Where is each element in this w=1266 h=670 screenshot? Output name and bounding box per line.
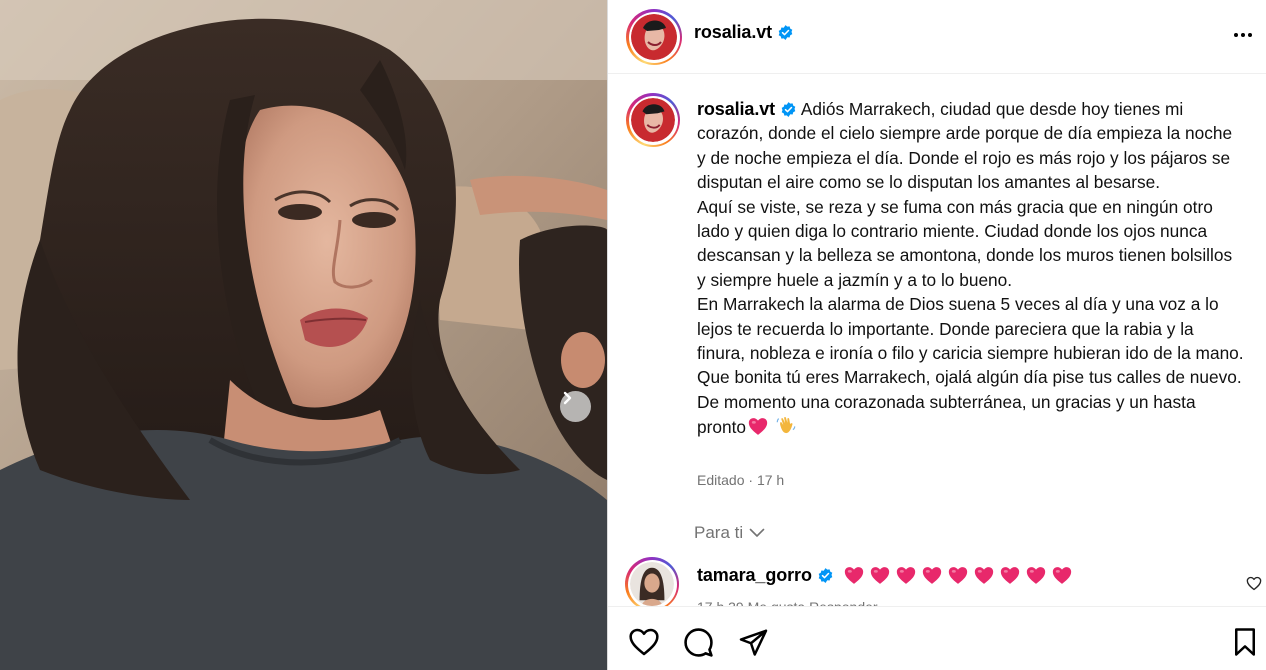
post-action-bar xyxy=(608,606,1266,670)
chevron-right-icon xyxy=(563,391,572,405)
comment-hearts xyxy=(844,566,1072,585)
post-image xyxy=(0,0,607,670)
caption-author-avatar[interactable] xyxy=(626,93,680,147)
save-button[interactable] xyxy=(1232,627,1258,662)
edited-label: Editado xyxy=(697,472,745,488)
comment-button[interactable] xyxy=(683,627,714,663)
caption-avatar-image xyxy=(631,98,675,142)
post-edited-meta: Editado · 17 h xyxy=(697,472,784,488)
caption-text: Adiós Marrakech, ciudad que desde hoy ti… xyxy=(697,99,1233,193)
author-avatar-image xyxy=(631,14,677,60)
commenter-avatar[interactable] xyxy=(625,557,679,611)
comment-icon xyxy=(684,628,713,657)
pink-heart-emoji-icon xyxy=(844,567,864,584)
heart-icon xyxy=(1246,576,1262,591)
caption-paragraph-3: En Marrakech la alarma de Dios suena 5 v… xyxy=(697,292,1245,439)
heart-icon xyxy=(629,628,659,656)
more-icon xyxy=(1234,33,1238,37)
share-icon xyxy=(739,629,768,656)
pink-heart-emoji-icon xyxy=(1026,567,1046,584)
comment: tamara_gorro xyxy=(697,565,1072,586)
pink-heart-emoji-icon xyxy=(748,418,768,436)
commenter-username[interactable]: tamara_gorro xyxy=(697,565,812,586)
bookmark-icon xyxy=(1235,628,1255,656)
for-you-label: Para ti xyxy=(694,523,744,542)
for-you-dropdown[interactable]: Para ti xyxy=(694,523,765,543)
pink-heart-emoji-icon xyxy=(896,567,916,584)
post-caption: rosalia.vt Adiós Marrakech, ciudad que d… xyxy=(697,97,1245,440)
chevron-down-icon xyxy=(749,528,765,537)
pink-heart-emoji-icon xyxy=(1052,567,1072,584)
author-avatar[interactable] xyxy=(626,9,682,65)
waving-hand-emoji-icon xyxy=(776,417,796,434)
post-photo xyxy=(0,0,607,670)
caption-paragraph-2: Aquí se viste, se reza y se fuma con más… xyxy=(697,196,1233,290)
pink-heart-emoji-icon xyxy=(1000,567,1020,584)
share-button[interactable] xyxy=(738,627,769,662)
panel-divider xyxy=(607,0,608,670)
caption-paragraph-1: rosalia.vt Adiós Marrakech, ciudad que d… xyxy=(697,97,1245,195)
pink-heart-emoji-icon xyxy=(922,567,942,584)
post-header: rosalia.vt xyxy=(608,0,1266,74)
pink-heart-emoji-icon xyxy=(948,567,968,584)
caption-username[interactable]: rosalia.vt xyxy=(697,99,775,119)
meta-separator: · xyxy=(748,472,754,488)
verified-icon xyxy=(778,25,793,40)
commenter-avatar-image xyxy=(630,562,674,606)
post-time[interactable]: 17 h xyxy=(757,472,784,488)
pink-heart-emoji-icon xyxy=(870,567,890,584)
carousel-next-button[interactable] xyxy=(560,391,591,422)
comment-like-button[interactable] xyxy=(1246,576,1262,596)
verified-icon xyxy=(818,568,833,583)
more-options-button[interactable] xyxy=(1230,25,1256,45)
author-username[interactable]: rosalia.vt xyxy=(694,22,772,42)
pink-heart-emoji-icon xyxy=(974,567,994,584)
like-button[interactable] xyxy=(628,627,660,662)
verified-icon xyxy=(781,102,796,117)
